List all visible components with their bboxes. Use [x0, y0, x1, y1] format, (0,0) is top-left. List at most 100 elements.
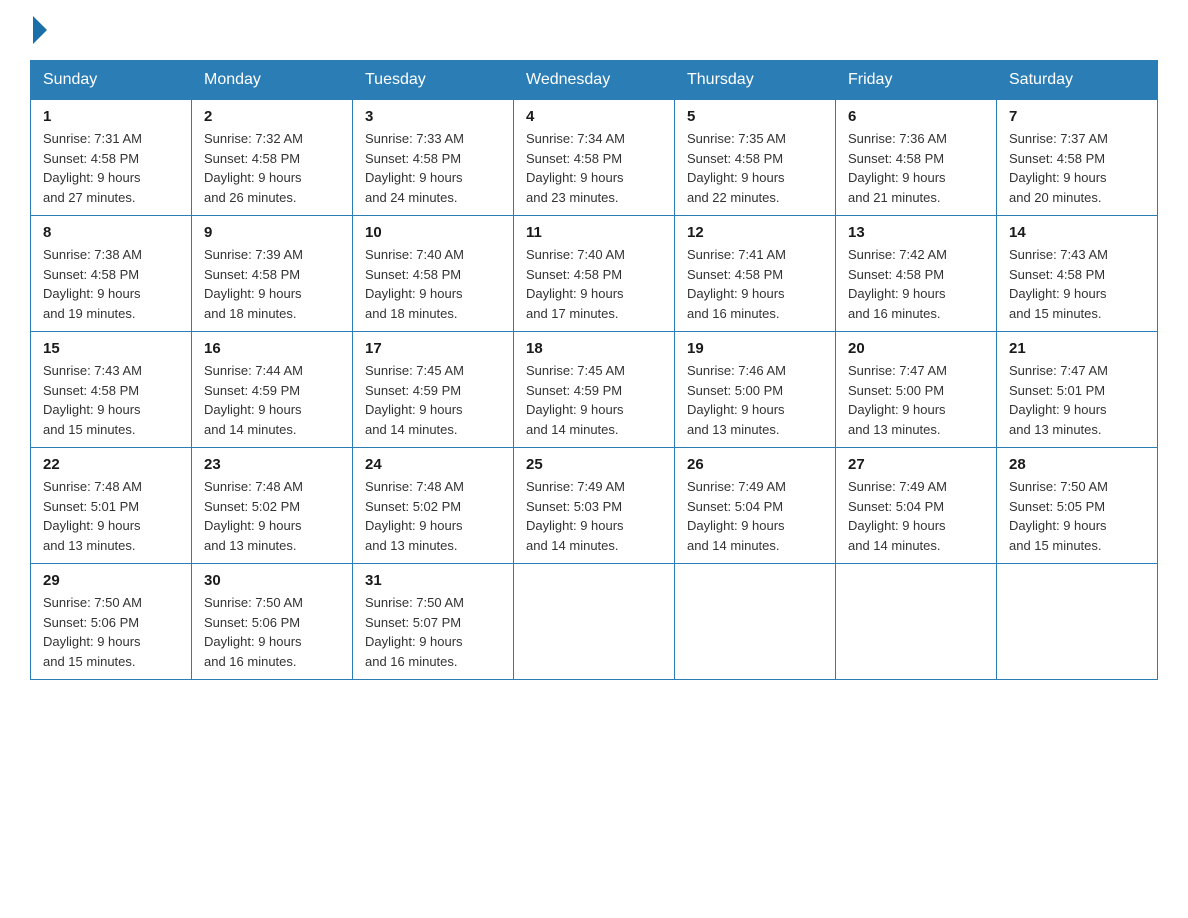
- calendar-day-cell: 13 Sunrise: 7:42 AMSunset: 4:58 PMDaylig…: [836, 216, 997, 332]
- day-info: Sunrise: 7:42 AMSunset: 4:58 PMDaylight:…: [848, 247, 947, 321]
- calendar-day-cell: 2 Sunrise: 7:32 AMSunset: 4:58 PMDayligh…: [192, 100, 353, 216]
- day-number: 2: [204, 108, 340, 125]
- calendar-day-cell: 3 Sunrise: 7:33 AMSunset: 4:58 PMDayligh…: [353, 100, 514, 216]
- day-of-week-header: Tuesday: [353, 61, 514, 100]
- day-number: 17: [365, 340, 501, 357]
- calendar-day-cell: 14 Sunrise: 7:43 AMSunset: 4:58 PMDaylig…: [997, 216, 1158, 332]
- day-info: Sunrise: 7:45 AMSunset: 4:59 PMDaylight:…: [365, 363, 464, 437]
- day-of-week-header: Saturday: [997, 61, 1158, 100]
- day-info: Sunrise: 7:49 AMSunset: 5:04 PMDaylight:…: [848, 479, 947, 553]
- day-info: Sunrise: 7:39 AMSunset: 4:58 PMDaylight:…: [204, 247, 303, 321]
- day-info: Sunrise: 7:41 AMSunset: 4:58 PMDaylight:…: [687, 247, 786, 321]
- calendar-day-cell: 24 Sunrise: 7:48 AMSunset: 5:02 PMDaylig…: [353, 448, 514, 564]
- day-number: 25: [526, 456, 662, 473]
- calendar-day-cell: 8 Sunrise: 7:38 AMSunset: 4:58 PMDayligh…: [31, 216, 192, 332]
- calendar-day-cell: [997, 564, 1158, 680]
- day-number: 7: [1009, 108, 1145, 125]
- day-number: 18: [526, 340, 662, 357]
- day-number: 28: [1009, 456, 1145, 473]
- calendar-day-cell: 29 Sunrise: 7:50 AMSunset: 5:06 PMDaylig…: [31, 564, 192, 680]
- calendar-day-cell: 15 Sunrise: 7:43 AMSunset: 4:58 PMDaylig…: [31, 332, 192, 448]
- day-number: 5: [687, 108, 823, 125]
- day-number: 29: [43, 572, 179, 589]
- day-number: 8: [43, 224, 179, 241]
- calendar-day-cell: 9 Sunrise: 7:39 AMSunset: 4:58 PMDayligh…: [192, 216, 353, 332]
- calendar-day-cell: 11 Sunrise: 7:40 AMSunset: 4:58 PMDaylig…: [514, 216, 675, 332]
- logo-arrow-icon: [33, 16, 47, 44]
- day-number: 4: [526, 108, 662, 125]
- day-number: 20: [848, 340, 984, 357]
- day-number: 6: [848, 108, 984, 125]
- day-number: 14: [1009, 224, 1145, 241]
- calendar-day-cell: 18 Sunrise: 7:45 AMSunset: 4:59 PMDaylig…: [514, 332, 675, 448]
- day-info: Sunrise: 7:46 AMSunset: 5:00 PMDaylight:…: [687, 363, 786, 437]
- day-info: Sunrise: 7:40 AMSunset: 4:58 PMDaylight:…: [526, 247, 625, 321]
- day-info: Sunrise: 7:44 AMSunset: 4:59 PMDaylight:…: [204, 363, 303, 437]
- calendar-day-cell: 30 Sunrise: 7:50 AMSunset: 5:06 PMDaylig…: [192, 564, 353, 680]
- day-info: Sunrise: 7:45 AMSunset: 4:59 PMDaylight:…: [526, 363, 625, 437]
- day-of-week-header: Thursday: [675, 61, 836, 100]
- calendar-day-cell: [514, 564, 675, 680]
- day-number: 10: [365, 224, 501, 241]
- logo: [30, 20, 47, 40]
- day-number: 11: [526, 224, 662, 241]
- day-info: Sunrise: 7:40 AMSunset: 4:58 PMDaylight:…: [365, 247, 464, 321]
- day-number: 21: [1009, 340, 1145, 357]
- day-number: 19: [687, 340, 823, 357]
- day-number: 15: [43, 340, 179, 357]
- calendar-day-cell: 26 Sunrise: 7:49 AMSunset: 5:04 PMDaylig…: [675, 448, 836, 564]
- calendar-day-cell: 31 Sunrise: 7:50 AMSunset: 5:07 PMDaylig…: [353, 564, 514, 680]
- day-info: Sunrise: 7:49 AMSunset: 5:04 PMDaylight:…: [687, 479, 786, 553]
- day-number: 27: [848, 456, 984, 473]
- day-of-week-header: Monday: [192, 61, 353, 100]
- day-number: 9: [204, 224, 340, 241]
- calendar-week-row: 1 Sunrise: 7:31 AMSunset: 4:58 PMDayligh…: [31, 100, 1158, 216]
- calendar-day-cell: 7 Sunrise: 7:37 AMSunset: 4:58 PMDayligh…: [997, 100, 1158, 216]
- day-info: Sunrise: 7:43 AMSunset: 4:58 PMDaylight:…: [1009, 247, 1108, 321]
- day-of-week-header: Friday: [836, 61, 997, 100]
- day-number: 16: [204, 340, 340, 357]
- calendar-week-row: 15 Sunrise: 7:43 AMSunset: 4:58 PMDaylig…: [31, 332, 1158, 448]
- calendar-day-cell: 4 Sunrise: 7:34 AMSunset: 4:58 PMDayligh…: [514, 100, 675, 216]
- day-info: Sunrise: 7:50 AMSunset: 5:07 PMDaylight:…: [365, 595, 464, 669]
- calendar-day-cell: 27 Sunrise: 7:49 AMSunset: 5:04 PMDaylig…: [836, 448, 997, 564]
- calendar-header-row: SundayMondayTuesdayWednesdayThursdayFrid…: [31, 61, 1158, 100]
- day-number: 24: [365, 456, 501, 473]
- day-info: Sunrise: 7:43 AMSunset: 4:58 PMDaylight:…: [43, 363, 142, 437]
- calendar-day-cell: 1 Sunrise: 7:31 AMSunset: 4:58 PMDayligh…: [31, 100, 192, 216]
- calendar-week-row: 22 Sunrise: 7:48 AMSunset: 5:01 PMDaylig…: [31, 448, 1158, 564]
- day-of-week-header: Sunday: [31, 61, 192, 100]
- day-info: Sunrise: 7:50 AMSunset: 5:06 PMDaylight:…: [43, 595, 142, 669]
- day-info: Sunrise: 7:50 AMSunset: 5:05 PMDaylight:…: [1009, 479, 1108, 553]
- day-info: Sunrise: 7:36 AMSunset: 4:58 PMDaylight:…: [848, 131, 947, 205]
- day-number: 30: [204, 572, 340, 589]
- calendar-day-cell: 28 Sunrise: 7:50 AMSunset: 5:05 PMDaylig…: [997, 448, 1158, 564]
- day-info: Sunrise: 7:49 AMSunset: 5:03 PMDaylight:…: [526, 479, 625, 553]
- day-info: Sunrise: 7:34 AMSunset: 4:58 PMDaylight:…: [526, 131, 625, 205]
- calendar-day-cell: 19 Sunrise: 7:46 AMSunset: 5:00 PMDaylig…: [675, 332, 836, 448]
- day-info: Sunrise: 7:32 AMSunset: 4:58 PMDaylight:…: [204, 131, 303, 205]
- calendar-week-row: 29 Sunrise: 7:50 AMSunset: 5:06 PMDaylig…: [31, 564, 1158, 680]
- day-info: Sunrise: 7:47 AMSunset: 5:00 PMDaylight:…: [848, 363, 947, 437]
- day-info: Sunrise: 7:33 AMSunset: 4:58 PMDaylight:…: [365, 131, 464, 205]
- day-number: 1: [43, 108, 179, 125]
- calendar-day-cell: [675, 564, 836, 680]
- day-number: 22: [43, 456, 179, 473]
- calendar-day-cell: 6 Sunrise: 7:36 AMSunset: 4:58 PMDayligh…: [836, 100, 997, 216]
- day-number: 12: [687, 224, 823, 241]
- calendar-week-row: 8 Sunrise: 7:38 AMSunset: 4:58 PMDayligh…: [31, 216, 1158, 332]
- day-info: Sunrise: 7:35 AMSunset: 4:58 PMDaylight:…: [687, 131, 786, 205]
- day-of-week-header: Wednesday: [514, 61, 675, 100]
- day-info: Sunrise: 7:48 AMSunset: 5:01 PMDaylight:…: [43, 479, 142, 553]
- calendar-day-cell: 23 Sunrise: 7:48 AMSunset: 5:02 PMDaylig…: [192, 448, 353, 564]
- calendar-day-cell: 21 Sunrise: 7:47 AMSunset: 5:01 PMDaylig…: [997, 332, 1158, 448]
- calendar-day-cell: 20 Sunrise: 7:47 AMSunset: 5:00 PMDaylig…: [836, 332, 997, 448]
- calendar-day-cell: 16 Sunrise: 7:44 AMSunset: 4:59 PMDaylig…: [192, 332, 353, 448]
- calendar-day-cell: [836, 564, 997, 680]
- day-info: Sunrise: 7:31 AMSunset: 4:58 PMDaylight:…: [43, 131, 142, 205]
- day-info: Sunrise: 7:47 AMSunset: 5:01 PMDaylight:…: [1009, 363, 1108, 437]
- calendar-day-cell: 25 Sunrise: 7:49 AMSunset: 5:03 PMDaylig…: [514, 448, 675, 564]
- calendar-day-cell: 10 Sunrise: 7:40 AMSunset: 4:58 PMDaylig…: [353, 216, 514, 332]
- day-number: 13: [848, 224, 984, 241]
- day-info: Sunrise: 7:37 AMSunset: 4:58 PMDaylight:…: [1009, 131, 1108, 205]
